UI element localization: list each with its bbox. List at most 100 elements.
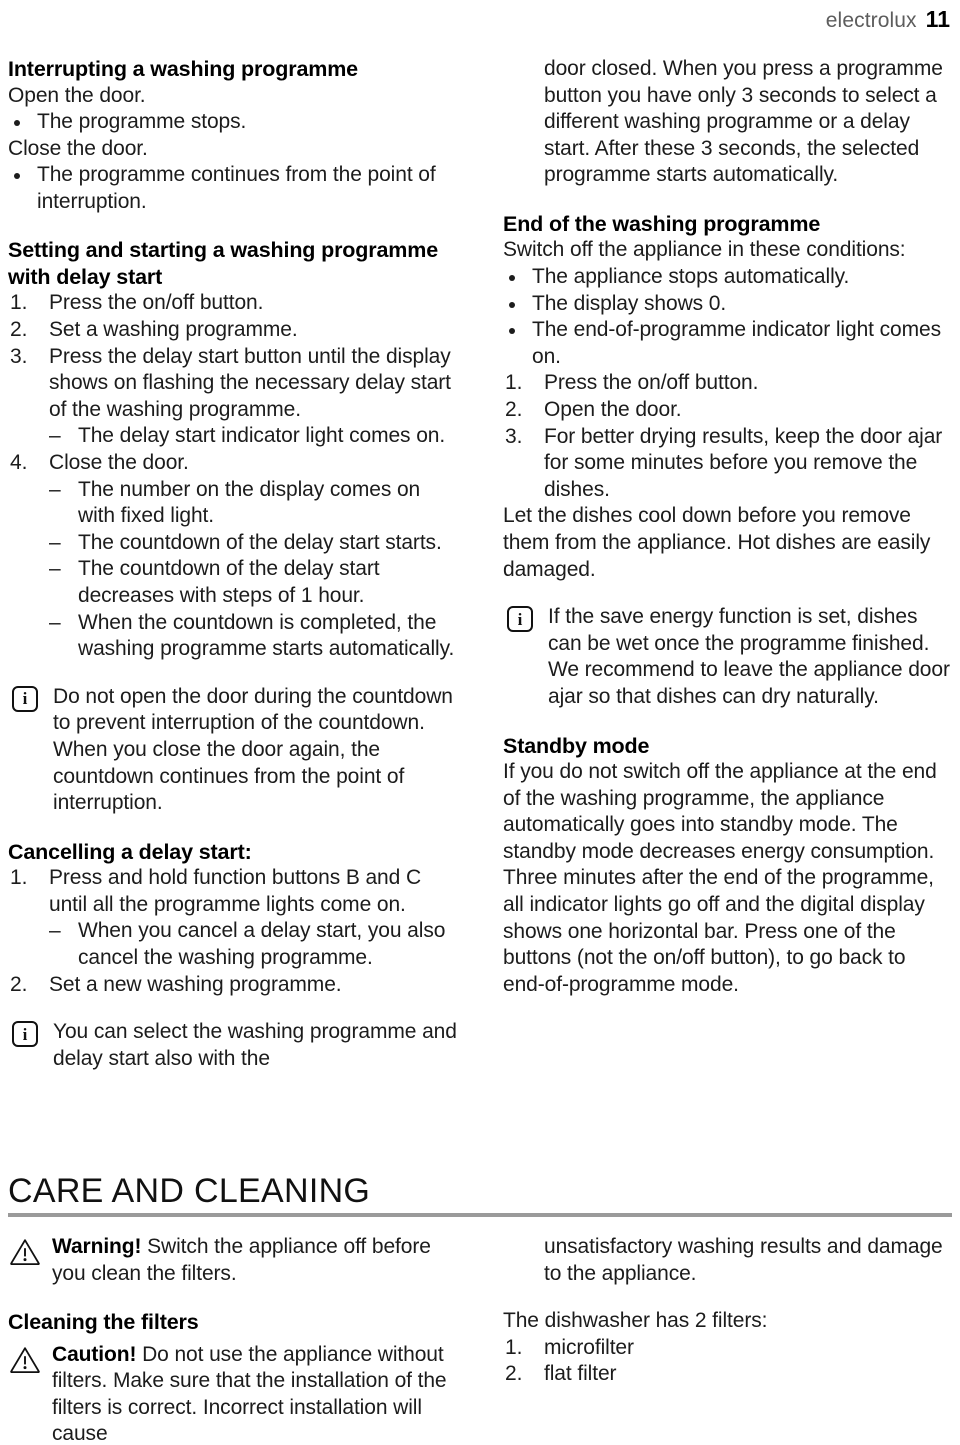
open-door-line: Open the door. bbox=[8, 83, 146, 107]
list-item-label: The number on the display comes on with … bbox=[78, 477, 421, 528]
note-select-programme: i You can select the washing programme a… bbox=[8, 1019, 457, 1072]
list-item: 1. Press and hold function buttons B and… bbox=[8, 865, 457, 918]
note-text: Do not open the door during the countdow… bbox=[53, 684, 453, 815]
steps-delay-start-cont: 4. Close the door. bbox=[8, 450, 457, 477]
list-item-label: The delay start indicator light comes on… bbox=[78, 424, 446, 448]
heading-end-of-programme: End of the washing programme bbox=[503, 211, 821, 236]
filters-intro: The dishwasher has 2 filters: bbox=[503, 1309, 768, 1333]
dash-bullet-icon: – bbox=[49, 919, 61, 943]
list-item: 3. For better drying results, keep the d… bbox=[503, 424, 952, 504]
heading-standby-mode: Standby mode bbox=[503, 733, 650, 758]
brand-name: electrolux bbox=[825, 9, 917, 32]
list-item: – The countdown of the delay start start… bbox=[49, 530, 457, 557]
list-item: 2. flat filter bbox=[503, 1361, 952, 1388]
note-caution-filters: Caution! Do not use the appliance withou… bbox=[8, 1342, 457, 1445]
note-text: Warning! Switch the appliance off before… bbox=[52, 1234, 457, 1287]
list-item-label: The countdown of the delay start decreas… bbox=[78, 557, 380, 607]
bottom-right-column: unsatisfactory washing results and damag… bbox=[503, 1228, 952, 1445]
list-item: 4. Close the door. bbox=[8, 450, 457, 477]
page-header: electrolux 11 bbox=[826, 6, 950, 33]
note-save-energy: i If the save energy function is set, di… bbox=[503, 604, 952, 710]
dash-bullet-icon: – bbox=[49, 610, 61, 634]
list-item: The appliance stops automatically. bbox=[503, 264, 952, 291]
list-item: The programme continues from the point o… bbox=[8, 162, 457, 215]
dash-bullet-icon: – bbox=[49, 557, 61, 581]
steps-end-of-programme: 1. Press the on/off button. 2. Open the … bbox=[503, 370, 952, 503]
dash-bullet-icon: – bbox=[49, 477, 61, 501]
note-text: If the save energy function is set, dish… bbox=[548, 605, 950, 708]
standby-paragraph-1: If you do not switch off the appliance a… bbox=[503, 760, 937, 863]
step-number: 4. bbox=[10, 451, 28, 475]
list-item-label: When you cancel a delay start, you also … bbox=[78, 919, 446, 970]
list-item-label: The end-of-programme indicator light com… bbox=[532, 318, 941, 368]
bullet-dot-icon bbox=[509, 275, 515, 282]
chapter-title: CARE AND CLEANING bbox=[8, 1172, 371, 1210]
step-text: Press the on/off button. bbox=[544, 371, 759, 395]
note-countdown: i Do not open the door during the countd… bbox=[8, 684, 457, 817]
heading-cleaning-the-filters: Cleaning the filters bbox=[8, 1310, 199, 1335]
dash-bullet-icon: – bbox=[49, 530, 61, 554]
bullets-end-conditions: The appliance stops automatically. The d… bbox=[503, 264, 952, 370]
list-item: The programme stops. bbox=[8, 109, 457, 136]
bottom-left-column: Warning! Switch the appliance off before… bbox=[8, 1228, 457, 1445]
heading-interrupting-programme: Interrupting a washing programme bbox=[8, 57, 358, 81]
list-item: The end-of-programme indicator light com… bbox=[503, 317, 952, 370]
sub-list-after-step-4: – The number on the display comes on wit… bbox=[49, 477, 457, 663]
page-number: 11 bbox=[925, 6, 950, 32]
steps-delay-start: 1. Press the on/off button. 2. Set a was… bbox=[8, 290, 457, 423]
bottom-columns: Warning! Switch the appliance off before… bbox=[8, 1228, 952, 1445]
step-number: 3. bbox=[10, 344, 28, 368]
filter-number: 1. bbox=[505, 1335, 523, 1359]
warning-label: Warning! bbox=[52, 1235, 142, 1258]
bullet-dot-icon bbox=[14, 120, 20, 127]
bullet-dot-icon bbox=[509, 328, 515, 335]
chapter-divider bbox=[8, 1213, 952, 1217]
list-item: The display shows 0. bbox=[503, 291, 952, 318]
note-text: Caution! Do not use the appliance withou… bbox=[52, 1342, 457, 1445]
heading-cancelling-delay-start: Cancelling a delay start: bbox=[8, 839, 252, 864]
filter-number: 2. bbox=[505, 1362, 523, 1386]
note-warning-switch-off: Warning! Switch the appliance off before… bbox=[8, 1234, 457, 1287]
step-text: Press the delay start button until the d… bbox=[49, 344, 451, 421]
info-icon: i bbox=[12, 1021, 38, 1048]
caution-continuation-paragraph: unsatisfactory washing results and damag… bbox=[544, 1235, 943, 1285]
left-column: Interrupting a washing programme Open th… bbox=[8, 56, 457, 1072]
steps-cancel-delay-start-cont: 2. Set a new washing programme. bbox=[8, 972, 457, 999]
steps-cancel-delay-start: 1. Press and hold function buttons B and… bbox=[8, 865, 457, 918]
continuation-paragraph: door closed. When you press a programme … bbox=[544, 57, 943, 187]
list-item: – When the countdown is completed, the w… bbox=[49, 610, 457, 663]
list-item-label: When the countdown is completed, the was… bbox=[78, 610, 455, 661]
dash-bullet-icon: – bbox=[49, 424, 61, 448]
step-number: 1. bbox=[505, 371, 523, 395]
list-item: – The number on the display comes on wit… bbox=[49, 477, 457, 530]
list-item-label: The appliance stops automatically. bbox=[532, 265, 850, 289]
info-icon: i bbox=[12, 685, 38, 712]
list-item: 2. Set a new washing programme. bbox=[8, 972, 457, 999]
step-number: 1. bbox=[10, 866, 28, 890]
list-item-label: The programme continues from the point o… bbox=[37, 163, 436, 213]
step-number: 2. bbox=[10, 972, 28, 996]
filter-label: microfilter bbox=[544, 1335, 634, 1359]
caution-label: Caution! bbox=[52, 1342, 137, 1366]
filters-list: 1. microfilter 2. flat filter bbox=[503, 1335, 952, 1388]
list-item: 2. Set a washing programme. bbox=[8, 317, 457, 344]
list-item-label: The programme stops. bbox=[37, 110, 247, 134]
info-icon: i bbox=[507, 606, 533, 633]
step-text: Close the door. bbox=[49, 451, 189, 475]
list-item: – The delay start indicator light comes … bbox=[49, 423, 457, 450]
step-text: Press the on/off button. bbox=[49, 291, 264, 315]
step-number: 2. bbox=[10, 318, 28, 342]
right-column: door closed. When you press a programme … bbox=[503, 56, 952, 1072]
step-number: 2. bbox=[505, 398, 523, 422]
step-text: Set a new washing programme. bbox=[49, 972, 342, 996]
standby-paragraph-2: Three minutes after the end of the progr… bbox=[503, 866, 934, 996]
list-item: – The countdown of the delay start decre… bbox=[49, 556, 457, 609]
list-item-label: The display shows 0. bbox=[532, 291, 727, 315]
sub-list-after-step-3: – The delay start indicator light comes … bbox=[49, 423, 457, 450]
bullets-open-door: The programme stops. bbox=[8, 109, 457, 136]
manual-page: electrolux 11 Interrupting a washing pro… bbox=[0, 0, 960, 1445]
list-item: 3. Press the delay start button until th… bbox=[8, 344, 457, 424]
switch-off-intro: Switch off the appliance in these condit… bbox=[503, 238, 906, 262]
step-text: Open the door. bbox=[544, 398, 682, 422]
heading-setting-delay-start: Setting and starting a washing programme… bbox=[8, 238, 439, 289]
